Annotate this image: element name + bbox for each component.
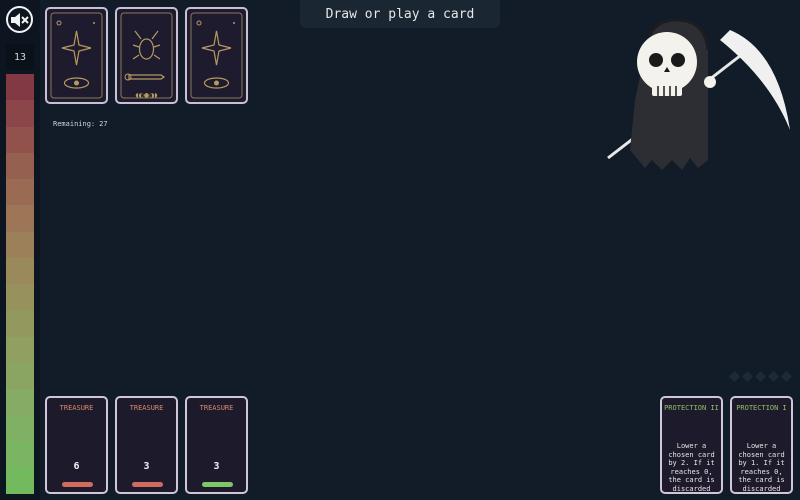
action-prompt: Draw or play a card — [300, 0, 500, 28]
health-segment — [6, 74, 34, 101]
health-segment — [6, 179, 34, 206]
deck-card-1[interactable] — [45, 7, 108, 104]
card-value: 6 — [73, 461, 80, 472]
diamond-icon — [742, 371, 753, 382]
health-segment — [6, 205, 34, 232]
health-count: 13 — [6, 44, 34, 70]
diamond-icon — [729, 371, 740, 382]
card-back[interactable] — [185, 7, 248, 104]
grim-reaper-icon — [600, 10, 795, 175]
diamond-icon — [755, 371, 766, 382]
protection-card-2[interactable]: PROTECTION I Lower a chosen card by 1. I… — [730, 396, 793, 494]
health-segment — [6, 152, 34, 179]
card-bar — [202, 482, 233, 487]
mute-button[interactable] — [6, 6, 33, 33]
card-type: PROTECTION II — [664, 404, 719, 412]
hand-card-2[interactable]: TREASURE 3 — [115, 396, 178, 494]
speaker-mute-icon — [10, 12, 29, 27]
svg-text:◖◐●◑◗: ◖◐●◑◗ — [135, 92, 157, 99]
card-back[interactable] — [45, 7, 108, 104]
beetle-sword-icon: ◖◐●◑◗ — [120, 12, 173, 99]
card-description: Lower a chosen card by 1. If it reaches … — [738, 442, 785, 493]
card-type: PROTECTION I — [736, 404, 787, 412]
deck-remaining: Remaining: 27 — [53, 120, 108, 128]
card-description: Lower a chosen card by 2. If it reaches … — [668, 442, 715, 493]
diamond-row — [729, 371, 792, 382]
health-segment — [6, 362, 34, 389]
diamond-icon — [781, 371, 792, 382]
card-value: 3 — [143, 461, 150, 472]
card-bar — [62, 482, 93, 487]
remaining-label: Remaining: — [53, 120, 96, 128]
health-segment — [6, 467, 34, 494]
health-segment — [6, 310, 34, 337]
health-segment — [6, 441, 34, 468]
health-segment — [6, 284, 34, 311]
remaining-count: 27 — [99, 120, 108, 128]
health-segment — [6, 415, 34, 442]
health-sidebar: 13 — [0, 0, 40, 500]
hand-card-3[interactable]: TREASURE 3 — [185, 396, 248, 494]
card-back[interactable]: ◖◐●◑◗ — [115, 7, 178, 104]
star-eye-icon — [190, 12, 243, 99]
diamond-icon — [768, 371, 779, 382]
protection-card-1[interactable]: PROTECTION II Lower a chosen card by 2. … — [660, 396, 723, 494]
health-segment — [6, 336, 34, 363]
health-segment — [6, 126, 34, 153]
card-type: TREASURE — [199, 404, 234, 412]
health-bar — [6, 74, 34, 494]
health-segment — [6, 100, 34, 127]
deck-card-3[interactable] — [185, 7, 248, 104]
health-segment — [6, 257, 34, 284]
hand-card-1[interactable]: TREASURE 6 — [45, 396, 108, 494]
card-bar — [132, 482, 163, 487]
health-segment — [6, 231, 34, 258]
star-eye-icon — [50, 12, 103, 99]
card-type: TREASURE — [129, 404, 164, 412]
deck-card-2[interactable]: ◖◐●◑◗ — [115, 7, 178, 104]
card-type: TREASURE — [59, 404, 94, 412]
card-value: 3 — [213, 461, 220, 472]
health-segment — [6, 389, 34, 416]
